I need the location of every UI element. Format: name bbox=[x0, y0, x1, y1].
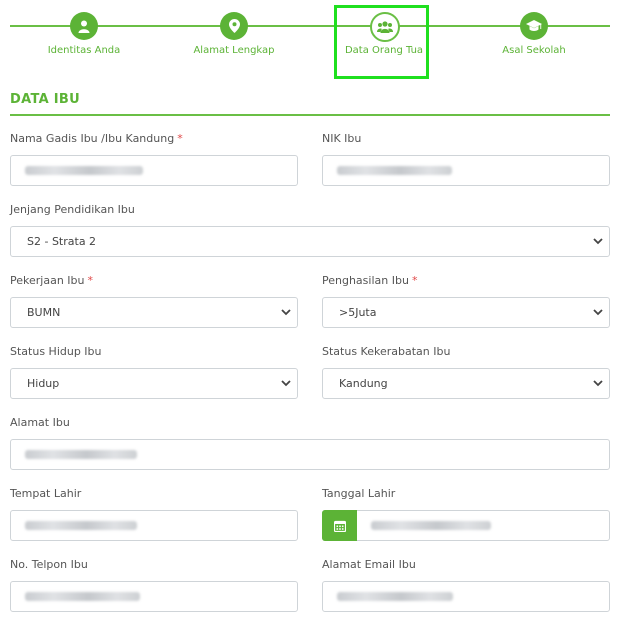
jenjang-pendidikan-select[interactable]: S2 - Strata 2 bbox=[10, 226, 610, 257]
step-label: Identitas Anda bbox=[47, 45, 121, 56]
tanggal-lahir-input[interactable] bbox=[322, 510, 610, 541]
tempat-lahir-label: Tempat Lahir bbox=[10, 487, 82, 500]
selected-value: >5Juta bbox=[339, 306, 377, 319]
selected-value: Hidup bbox=[27, 377, 60, 390]
required-mark: * bbox=[411, 274, 418, 287]
chevron-down-icon bbox=[593, 236, 603, 249]
redacted-value bbox=[337, 592, 453, 601]
section-title: DATA IBU bbox=[10, 92, 80, 107]
redacted-value bbox=[25, 521, 137, 530]
required-mark: * bbox=[87, 274, 93, 287]
user-icon bbox=[70, 12, 98, 40]
jenjang-pendidikan-label: Jenjang Pendidikan Ibu bbox=[10, 203, 135, 216]
nama-gadis-input[interactable] bbox=[10, 155, 298, 186]
chevron-down-icon bbox=[281, 378, 291, 391]
nik-label: NIK Ibu bbox=[322, 132, 362, 145]
alamat-input[interactable] bbox=[10, 439, 610, 470]
pekerjaan-select[interactable]: BUMN bbox=[10, 297, 298, 328]
status-hidup-select[interactable]: Hidup bbox=[10, 368, 298, 399]
chevron-down-icon bbox=[593, 307, 603, 320]
chevron-down-icon bbox=[593, 378, 603, 391]
telpon-input[interactable] bbox=[10, 581, 298, 612]
alamat-label: Alamat Ibu bbox=[10, 416, 70, 429]
redacted-value bbox=[25, 592, 140, 601]
calendar-icon[interactable] bbox=[322, 510, 357, 541]
status-kekerabatan-select[interactable]: Kandung bbox=[322, 368, 610, 399]
nama-gadis-label: Nama Gadis Ibu /Ibu Kandung * bbox=[10, 132, 183, 145]
redacted-value bbox=[25, 166, 143, 175]
tempat-lahir-input[interactable] bbox=[10, 510, 298, 541]
required-mark: * bbox=[177, 132, 183, 145]
tanggal-lahir-label: Tanggal Lahir bbox=[322, 487, 396, 500]
status-hidup-label: Status Hidup Ibu bbox=[10, 345, 102, 358]
step-label: Alamat Lengkap bbox=[193, 45, 275, 56]
graduation-cap-icon bbox=[520, 12, 548, 40]
penghasilan-select[interactable]: >5Juta bbox=[322, 297, 610, 328]
section-divider bbox=[10, 114, 610, 116]
redacted-value bbox=[25, 450, 137, 459]
redacted-value bbox=[371, 521, 491, 530]
selected-value: BUMN bbox=[27, 306, 61, 319]
step-label: Asal Sekolah bbox=[502, 45, 566, 56]
pekerjaan-label: Pekerjaan Ibu * bbox=[10, 274, 93, 287]
email-label: Alamat Email Ibu bbox=[322, 558, 416, 571]
email-input[interactable] bbox=[322, 581, 610, 612]
telpon-label: No. Telpon Ibu bbox=[10, 558, 88, 571]
nik-input[interactable] bbox=[322, 155, 610, 186]
penghasilan-label: Penghasilan Ibu * bbox=[322, 274, 418, 287]
selected-value: Kandung bbox=[339, 377, 388, 390]
active-step-highlight bbox=[334, 5, 429, 79]
selected-value: S2 - Strata 2 bbox=[27, 235, 97, 248]
map-marker-icon bbox=[220, 12, 248, 40]
status-kekerabatan-label: Status Kekerabatan Ibu bbox=[322, 345, 451, 358]
redacted-value bbox=[337, 166, 452, 175]
progress-stepper: Identitas Anda Alamat Lengkap Data Orang… bbox=[0, 0, 617, 80]
chevron-down-icon bbox=[281, 307, 291, 320]
